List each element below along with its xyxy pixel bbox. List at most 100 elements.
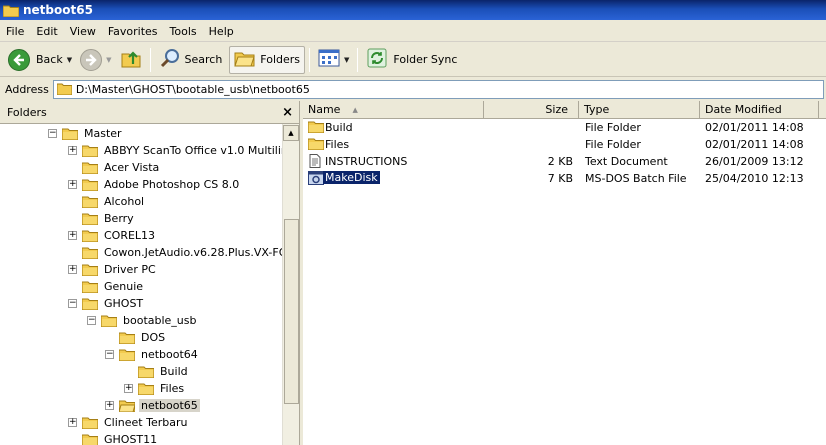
column-header-date-modified[interactable]: Date Modified (700, 101, 819, 119)
file-type: Text Document (585, 155, 668, 168)
expand-icon[interactable]: + (68, 265, 77, 274)
views-icon (318, 49, 340, 70)
tree-item-label: GHOST (104, 297, 144, 310)
title-bar: netboot65 (0, 0, 826, 20)
search-button[interactable]: Search (155, 46, 227, 74)
sort-arrow-icon: ▲ (352, 105, 358, 114)
tree-item[interactable]: Acer Vista (81, 159, 161, 176)
tree-item[interactable]: Genuie (81, 278, 145, 295)
column-size-label: Size (545, 103, 568, 116)
folder-icon (137, 382, 155, 396)
tree-item-label: Acer Vista (104, 161, 160, 174)
tree-item-label: COREL13 (104, 229, 156, 242)
file-type: File Folder (585, 121, 641, 134)
collapse-icon[interactable]: − (87, 316, 96, 325)
tree-item[interactable]: Alcohol (81, 193, 146, 210)
chevron-down-icon[interactable]: ▼ (67, 56, 72, 64)
collapse-icon[interactable]: − (105, 350, 114, 359)
tree-item[interactable]: DOS (118, 329, 167, 346)
tree-item-label: Master (84, 127, 122, 140)
file-type: File Folder (585, 138, 641, 151)
tree-item-label: Adobe Photoshop CS 8.0 (104, 178, 240, 191)
file-row[interactable]: MakeDisk 7 KB MS-DOS Batch File 25/04/2010 … (303, 170, 826, 187)
folder-icon (137, 365, 155, 379)
folder-icon (118, 348, 136, 362)
close-icon[interactable]: × (282, 105, 293, 120)
folder-icon (56, 83, 72, 95)
expand-icon[interactable]: + (105, 401, 114, 410)
menu-bar: File Edit View Favorites Tools Help (0, 21, 826, 42)
menu-edit[interactable]: Edit (36, 25, 57, 38)
tree-item[interactable]: + Driver PC (68, 261, 158, 278)
expand-icon[interactable]: + (68, 231, 77, 240)
menu-help[interactable]: Help (209, 25, 234, 38)
tree-item[interactable]: Build (137, 363, 190, 380)
expand-icon[interactable]: + (68, 146, 77, 155)
column-header-name[interactable]: Name ▲ (303, 101, 484, 119)
tree-item[interactable]: − bootable_usb (87, 312, 199, 329)
collapse-icon[interactable]: − (48, 129, 57, 138)
folder-icon (81, 212, 99, 226)
forward-arrow-icon (80, 48, 103, 71)
address-path: D:\Master\GHOST\bootable_usb\netboot65 (75, 82, 310, 96)
scrollbar-thumb[interactable] (284, 219, 299, 404)
back-button[interactable]: Back ▼ (4, 46, 76, 74)
column-type-label: Type (584, 103, 610, 116)
up-folder-button[interactable] (116, 46, 146, 74)
search-icon (159, 47, 181, 72)
column-header-size[interactable]: Size (484, 101, 579, 119)
expand-icon[interactable]: + (68, 418, 77, 427)
tree-item[interactable]: − netboot64 (105, 346, 200, 363)
chevron-down-icon[interactable]: ▼ (344, 56, 349, 64)
folder-icon (118, 331, 136, 345)
vertical-scrollbar[interactable]: ▲ (282, 124, 299, 445)
folder-icon (81, 433, 99, 445)
menu-tools[interactable]: Tools (170, 25, 197, 38)
forward-button[interactable]: ▼ (76, 46, 115, 74)
tree-item[interactable]: GHOST11 (81, 431, 159, 445)
tree-item[interactable]: + Adobe Photoshop CS 8.0 (68, 176, 241, 193)
tree-item[interactable]: + netboot65 (105, 397, 200, 414)
address-input[interactable]: D:\Master\GHOST\bootable_usb\netboot65 (52, 79, 824, 99)
tree-item[interactable]: − Master (48, 125, 124, 142)
tree-item[interactable]: − GHOST (68, 295, 145, 312)
chevron-down-icon[interactable]: ▼ (106, 56, 111, 64)
folder-icon (307, 120, 325, 134)
toolbar-separator (309, 47, 311, 72)
toolbar: Back ▼ ▼ Search Folders ▼ Folder Sync (0, 43, 826, 77)
tree-item[interactable]: + ABBYY ScanTo Office v1.0 Multilingual (68, 142, 283, 159)
menu-file[interactable]: File (6, 25, 24, 38)
folder-icon (81, 178, 99, 192)
tree-item[interactable]: + COREL13 (68, 227, 157, 244)
tree-item-label: Build (160, 365, 188, 378)
expand-icon[interactable]: + (124, 384, 133, 393)
file-size: 2 KB (547, 155, 573, 168)
file-date-modified: 26/01/2009 13:12 (705, 155, 804, 168)
views-button[interactable]: ▼ (314, 46, 353, 74)
scroll-up-icon[interactable]: ▲ (283, 125, 299, 141)
folder-icon (81, 246, 99, 260)
column-header-filler (819, 101, 826, 119)
folder-sync-label: Folder Sync (393, 53, 458, 66)
file-row[interactable]: Files File Folder 02/01/2011 14:08 (303, 136, 826, 153)
tree-item[interactable]: Berry (81, 210, 136, 227)
folder-icon (100, 314, 118, 328)
menu-favorites[interactable]: Favorites (108, 25, 158, 38)
back-arrow-icon (8, 48, 30, 71)
tree-item[interactable]: Cowon.JetAudio.v6.28.Plus.VX-FOSI (81, 244, 283, 261)
folders-button[interactable]: Folders (229, 45, 306, 74)
tree-item-label: Files (160, 382, 185, 395)
folder-icon (81, 297, 99, 311)
expand-icon[interactable]: + (68, 180, 77, 189)
collapse-icon[interactable]: − (68, 299, 77, 308)
tree-item-label: netboot65 (139, 399, 200, 412)
file-row[interactable]: Build File Folder 02/01/2011 14:08 (303, 119, 826, 136)
column-header-type[interactable]: Type (579, 101, 700, 119)
tree-item[interactable]: + Clineet Terbaru (68, 414, 189, 431)
file-name: Files (325, 138, 350, 151)
tree-item[interactable]: + Files (124, 380, 186, 397)
tree-item-label: GHOST11 (104, 433, 158, 445)
folder-sync-button[interactable]: Folder Sync (362, 46, 461, 74)
menu-view[interactable]: View (70, 25, 96, 38)
file-row[interactable]: INSTRUCTIONS 2 KB Text Document 26/01/2009 … (303, 153, 826, 170)
